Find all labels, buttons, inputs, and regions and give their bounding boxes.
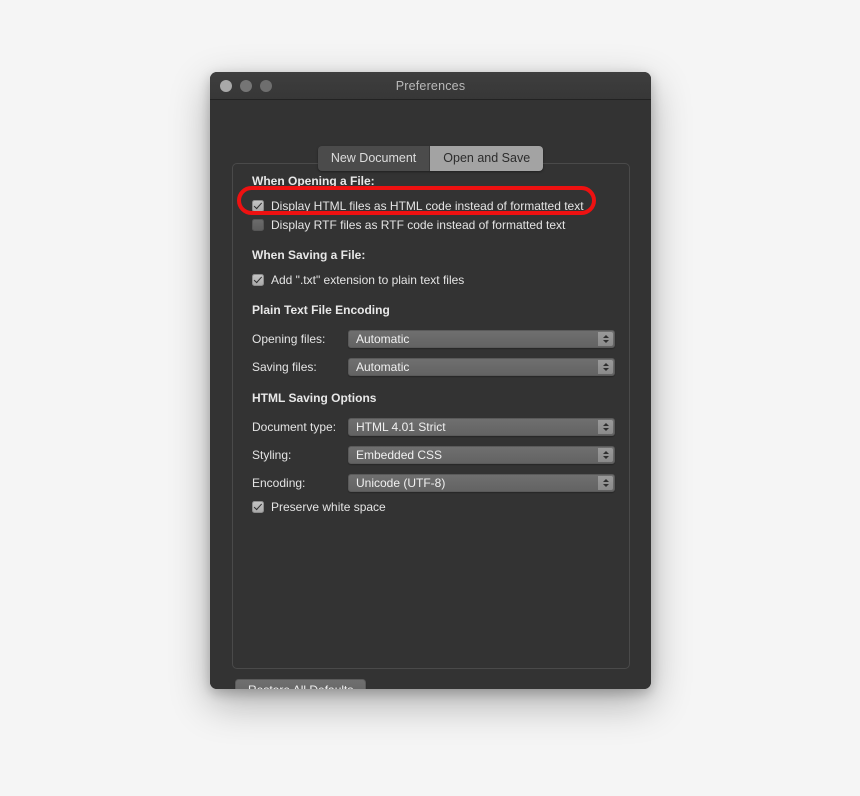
label-document-type: Document type: bbox=[252, 420, 337, 434]
footer: Restore All Defaults bbox=[235, 679, 367, 689]
dropdown-opening-files-value: Automatic bbox=[356, 332, 410, 346]
label-encoding: Encoding: bbox=[252, 476, 306, 490]
stepper-arrows-icon[interactable] bbox=[598, 448, 613, 462]
chevron-up-icon bbox=[602, 423, 609, 426]
label-saving-files: Saving files: bbox=[252, 360, 317, 374]
preferences-panel-content: When Opening a File: Display HTML files … bbox=[252, 174, 615, 516]
window-controls bbox=[220, 72, 272, 99]
stepper-arrows-icon[interactable] bbox=[598, 476, 613, 490]
chevron-down-icon bbox=[602, 340, 609, 343]
field-row-document-type: Document type: HTML 4.01 Strict bbox=[252, 417, 615, 437]
window-title: Preferences bbox=[395, 78, 466, 93]
maximize-button-icon[interactable] bbox=[260, 79, 272, 92]
field-row-saving-files: Saving files: Automatic bbox=[252, 357, 615, 377]
checkbox-display-html-icon[interactable] bbox=[252, 199, 264, 212]
checkbox-add-txt-extension-icon[interactable] bbox=[252, 273, 264, 286]
restore-all-defaults-button[interactable]: Restore All Defaults bbox=[235, 679, 367, 689]
chevron-down-icon bbox=[602, 368, 609, 371]
dropdown-opening-files[interactable]: Automatic bbox=[348, 330, 615, 348]
chevron-down-icon bbox=[602, 456, 609, 459]
minimize-button-icon[interactable] bbox=[240, 79, 252, 92]
close-button-icon[interactable] bbox=[220, 79, 232, 92]
stepper-arrows-icon[interactable] bbox=[598, 332, 613, 346]
chevron-down-icon bbox=[602, 428, 609, 431]
dropdown-encoding-value: Unicode (UTF-8) bbox=[356, 476, 446, 490]
chevron-up-icon bbox=[602, 451, 609, 454]
checkbox-display-html-label: Display HTML files as HTML code instead … bbox=[271, 198, 584, 213]
chevron-up-icon bbox=[602, 363, 609, 366]
dropdown-styling-value: Embedded CSS bbox=[356, 448, 443, 462]
dropdown-styling[interactable]: Embedded CSS bbox=[348, 446, 615, 464]
preferences-window: Preferences New Document Open and Save W… bbox=[210, 72, 651, 689]
window-titlebar[interactable]: Preferences bbox=[210, 72, 651, 100]
tab-group: New Document Open and Save bbox=[317, 146, 544, 171]
checkbox-preserve-white-space-label: Preserve white space bbox=[271, 499, 386, 514]
dropdown-saving-files-value: Automatic bbox=[356, 360, 410, 374]
label-styling: Styling: bbox=[252, 448, 292, 462]
checkbox-row-display-html[interactable]: Display HTML files as HTML code instead … bbox=[252, 196, 615, 215]
checkbox-preserve-white-space-icon[interactable] bbox=[252, 500, 264, 513]
field-row-opening-files: Opening files: Automatic bbox=[252, 329, 615, 349]
section-heading-html-saving: HTML Saving Options bbox=[252, 391, 377, 405]
chevron-up-icon bbox=[602, 479, 609, 482]
tab-bar: New Document Open and Save bbox=[210, 146, 651, 171]
tab-open-and-save[interactable]: Open and Save bbox=[429, 146, 544, 171]
chevron-down-icon bbox=[602, 484, 609, 487]
dropdown-document-type[interactable]: HTML 4.01 Strict bbox=[348, 418, 615, 436]
checkbox-row-display-rtf[interactable]: Display RTF files as RTF code instead of… bbox=[252, 215, 615, 234]
dropdown-document-type-value: HTML 4.01 Strict bbox=[356, 420, 446, 434]
stepper-arrows-icon[interactable] bbox=[598, 360, 613, 374]
stepper-arrows-icon[interactable] bbox=[598, 420, 613, 434]
dropdown-saving-files[interactable]: Automatic bbox=[348, 358, 615, 376]
field-row-styling: Styling: Embedded CSS bbox=[252, 445, 615, 465]
checkbox-display-rtf-icon[interactable] bbox=[252, 218, 264, 231]
label-opening-files: Opening files: bbox=[252, 332, 326, 346]
section-heading-saving: When Saving a File: bbox=[252, 248, 366, 262]
checkbox-row-preserve-white-space[interactable]: Preserve white space bbox=[252, 497, 615, 516]
field-row-encoding: Encoding: Unicode (UTF-8) bbox=[252, 473, 615, 493]
checkbox-display-rtf-label: Display RTF files as RTF code instead of… bbox=[271, 217, 566, 232]
dropdown-encoding[interactable]: Unicode (UTF-8) bbox=[348, 474, 615, 492]
chevron-up-icon bbox=[602, 335, 609, 338]
preferences-panel: When Opening a File: Display HTML files … bbox=[232, 163, 630, 669]
checkbox-row-add-txt-extension[interactable]: Add ".txt" extension to plain text files bbox=[252, 270, 615, 289]
section-heading-opening: When Opening a File: bbox=[252, 174, 375, 188]
section-heading-plain-text-encoding: Plain Text File Encoding bbox=[252, 303, 390, 317]
checkbox-add-txt-extension-label: Add ".txt" extension to plain text files bbox=[271, 272, 465, 287]
window-body: New Document Open and Save When Opening … bbox=[210, 100, 651, 689]
tab-new-document[interactable]: New Document bbox=[317, 146, 430, 171]
